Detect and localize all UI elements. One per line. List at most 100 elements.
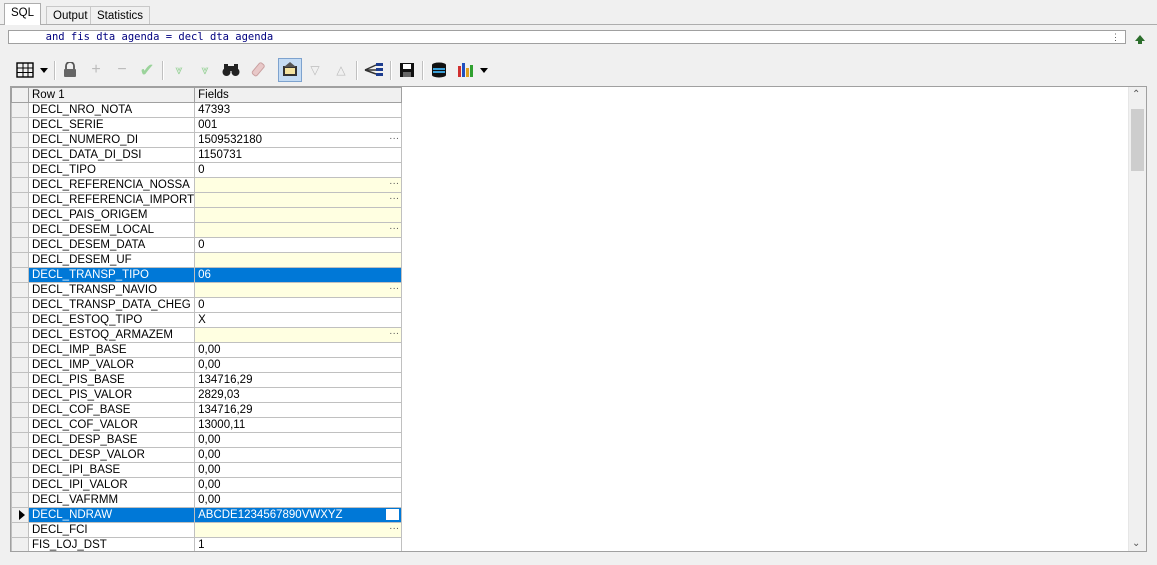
- table-row[interactable]: FIS_LOJ_DST 1: [11, 537, 403, 551]
- row-indicator[interactable]: [11, 162, 29, 178]
- row-indicator[interactable]: [11, 207, 29, 223]
- dropdown-arrow-icon[interactable]: [38, 58, 50, 82]
- field-value[interactable]: ···: [194, 222, 403, 238]
- table-row[interactable]: DECL_IPI_BASE 0,00: [11, 462, 403, 478]
- table-row[interactable]: DECL_ESTOQ_TIPO X: [11, 312, 403, 328]
- sort-desc-icon[interactable]: ▽: [304, 58, 326, 82]
- row-indicator[interactable]: [11, 477, 29, 493]
- add-icon[interactable]: +: [86, 58, 106, 82]
- field-value[interactable]: 0,00: [194, 357, 403, 373]
- chart-icon[interactable]: [454, 58, 476, 82]
- tab-statistics[interactable]: Statistics: [90, 6, 151, 24]
- row-indicator[interactable]: [11, 117, 29, 133]
- tab-output[interactable]: Output: [46, 6, 95, 24]
- row-indicator[interactable]: [11, 357, 29, 373]
- row-indicator[interactable]: [11, 447, 29, 463]
- clear-icon[interactable]: [248, 58, 270, 82]
- field-value[interactable]: 0,00: [194, 477, 403, 493]
- ellipsis-button-icon[interactable]: ···: [389, 224, 399, 236]
- row-indicator[interactable]: [11, 192, 29, 208]
- save-icon[interactable]: [396, 58, 418, 82]
- row-indicator[interactable]: [11, 102, 29, 118]
- field-value[interactable]: 0,00: [194, 447, 403, 463]
- row-indicator[interactable]: [11, 537, 29, 551]
- table-row[interactable]: DECL_TRANSP_NAVIO ···: [11, 282, 403, 298]
- row-indicator[interactable]: [11, 222, 29, 238]
- table-row[interactable]: DECL_NDRAW ABCDE1234567890VWXYZ ···: [11, 507, 403, 523]
- field-value[interactable]: 06: [194, 267, 403, 283]
- table-row[interactable]: DECL_IPI_VALOR 0,00: [11, 477, 403, 493]
- field-value[interactable]: ···: [194, 282, 403, 298]
- table-row[interactable]: DECL_ESTOQ_ARMAZEM ···: [11, 327, 403, 343]
- vertical-scrollbar[interactable]: ⌃ ⌄: [1128, 87, 1146, 551]
- row-indicator[interactable]: [11, 177, 29, 193]
- field-value[interactable]: 001: [194, 117, 403, 133]
- chart-dropdown-arrow-icon[interactable]: [478, 58, 490, 82]
- row-indicator[interactable]: [11, 432, 29, 448]
- table-row[interactable]: DECL_REFERENCIA_NOSSA ···: [11, 177, 403, 193]
- field-value[interactable]: X: [194, 312, 403, 328]
- row-indicator[interactable]: [11, 132, 29, 148]
- filter-all-icon[interactable]: ⩔: [194, 58, 216, 82]
- field-value[interactable]: [194, 207, 403, 223]
- find-icon[interactable]: [220, 58, 242, 82]
- table-row[interactable]: DECL_COF_BASE 134716,29: [11, 402, 403, 418]
- row-indicator[interactable]: [11, 417, 29, 433]
- row-indicator[interactable]: [11, 402, 29, 418]
- table-row[interactable]: DECL_DESP_BASE 0,00: [11, 432, 403, 448]
- header-fields-label[interactable]: Fields: [194, 87, 403, 103]
- field-value[interactable]: 1509532180 ···: [194, 132, 403, 148]
- table-row[interactable]: DECL_TRANSP_DATA_CHEG 0: [11, 297, 403, 313]
- table-row[interactable]: DECL_SERIE 001: [11, 117, 403, 133]
- lock-icon[interactable]: [60, 58, 80, 82]
- table-row[interactable]: DECL_DESEM_UF: [11, 252, 403, 268]
- table-row[interactable]: DECL_TRANSP_TIPO 06: [11, 267, 403, 283]
- scroll-up-icon[interactable]: ⌃: [1132, 89, 1140, 100]
- table-row[interactable]: DECL_DESP_VALOR 0,00: [11, 447, 403, 463]
- field-value[interactable]: 134716,29: [194, 402, 403, 418]
- field-value[interactable]: 0,00: [194, 462, 403, 478]
- table-row[interactable]: DECL_DESEM_DATA 0: [11, 237, 403, 253]
- field-value[interactable]: ABCDE1234567890VWXYZ ···: [194, 507, 403, 523]
- field-value[interactable]: ···: [194, 522, 403, 538]
- ellipsis-button-icon[interactable]: ···: [389, 284, 399, 296]
- link-icon[interactable]: [362, 58, 386, 82]
- ellipsis-button-icon[interactable]: ···: [389, 194, 399, 206]
- row-indicator[interactable]: [11, 522, 29, 538]
- collapse-up-icon[interactable]: [1134, 33, 1146, 45]
- row-indicator[interactable]: [11, 237, 29, 253]
- field-value[interactable]: 0,00: [194, 342, 403, 358]
- field-value[interactable]: ···: [194, 177, 403, 193]
- table-row[interactable]: DECL_NRO_NOTA 47393: [11, 102, 403, 118]
- table-row[interactable]: DECL_FCI ···: [11, 522, 403, 538]
- ellipsis-button-icon[interactable]: ···: [389, 179, 399, 191]
- row-indicator[interactable]: [11, 312, 29, 328]
- table-row[interactable]: DECL_TIPO 0: [11, 162, 403, 178]
- grid-view-icon[interactable]: [14, 58, 36, 82]
- table-row[interactable]: DECL_NUMERO_DI 1509532180 ···: [11, 132, 403, 148]
- table-row[interactable]: DECL_VAFRMM 0,00: [11, 492, 403, 508]
- ellipsis-button-icon[interactable]: ···: [389, 134, 399, 146]
- field-value[interactable]: 0,00: [194, 492, 403, 508]
- ellipsis-button-icon[interactable]: ···: [389, 524, 399, 536]
- field-value[interactable]: ···: [194, 327, 403, 343]
- field-value[interactable]: 134716,29: [194, 372, 403, 388]
- row-indicator[interactable]: [11, 462, 29, 478]
- field-value[interactable]: 1150731: [194, 147, 403, 163]
- remove-icon[interactable]: −: [112, 58, 132, 82]
- scroll-thumb[interactable]: [1131, 109, 1144, 171]
- field-value[interactable]: 0,00: [194, 432, 403, 448]
- row-indicator[interactable]: [11, 387, 29, 403]
- row-indicator[interactable]: [11, 252, 29, 268]
- table-row[interactable]: DECL_COF_VALOR 13000,11: [11, 417, 403, 433]
- export-icon[interactable]: [428, 58, 450, 82]
- table-row[interactable]: DECL_DESEM_LOCAL ···: [11, 222, 403, 238]
- ellipsis-button-icon[interactable]: ···: [389, 329, 399, 341]
- sql-editor[interactable]: and fis dta agenda = decl dta agenda ⋮: [8, 30, 1126, 44]
- table-row[interactable]: DECL_PAIS_ORIGEM: [11, 207, 403, 223]
- sort-asc-icon[interactable]: △: [330, 58, 352, 82]
- field-value[interactable]: [194, 252, 403, 268]
- field-value[interactable]: 0: [194, 162, 403, 178]
- header-row-label[interactable]: Row 1: [27, 87, 196, 103]
- row-indicator[interactable]: [11, 372, 29, 388]
